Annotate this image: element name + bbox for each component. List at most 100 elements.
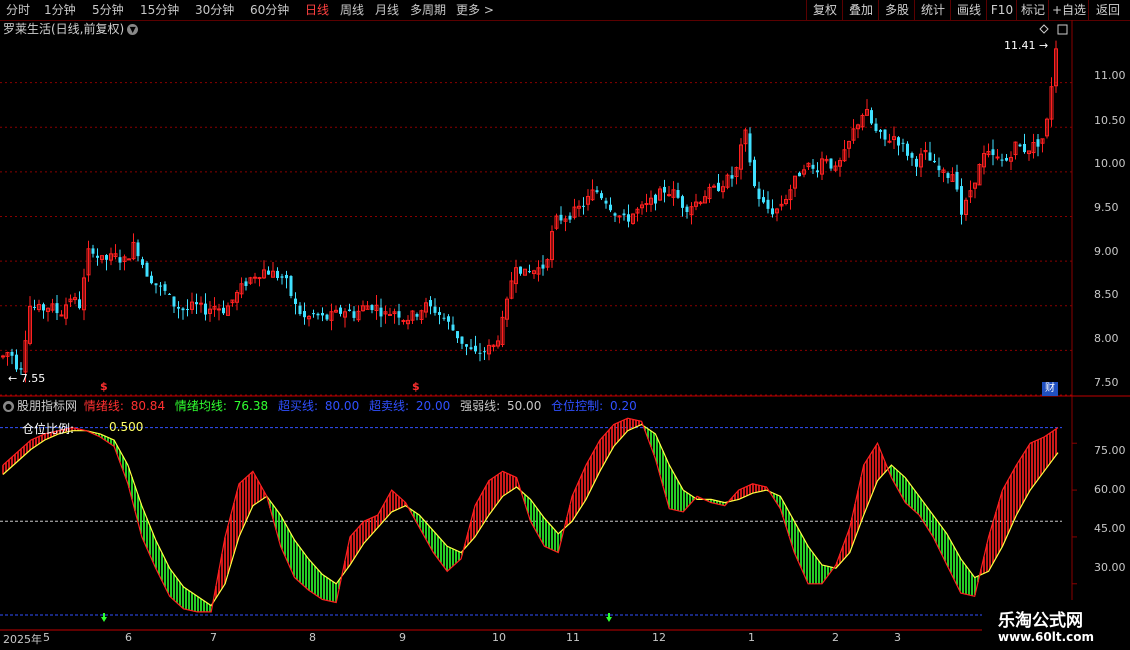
- candle-body: [460, 336, 464, 344]
- candle-body: [303, 311, 306, 318]
- indicator-name: 股朋指标网: [17, 399, 78, 413]
- gear-icon[interactable]: ●: [3, 401, 14, 412]
- candle-body: [906, 143, 909, 156]
- period-tab-weekly[interactable]: 周线: [340, 2, 364, 18]
- candle-body: [600, 193, 603, 199]
- chevron-down-icon[interactable]: ▼: [127, 24, 139, 35]
- candle-body: [267, 270, 270, 275]
- candle-body: [609, 204, 612, 211]
- position-ratio-label: 仓位比例:: [22, 422, 75, 436]
- candle-body: [474, 345, 477, 352]
- top-toolbar: 分时 1分钟 5分钟 15分钟 30分钟 60分钟 日线 周线 月线 多周期 更…: [0, 0, 1130, 21]
- candle-body: [96, 255, 99, 258]
- candle-body: [654, 194, 657, 204]
- candle-body: [1023, 143, 1026, 153]
- statistics-button[interactable]: 统计: [914, 0, 951, 20]
- period-tab-daily[interactable]: 日线: [305, 2, 329, 18]
- candle-body: [478, 352, 482, 354]
- candle-body: [456, 331, 459, 339]
- back-button[interactable]: 返回: [1088, 0, 1127, 20]
- candle-body: [59, 314, 64, 317]
- candle-body: [883, 129, 887, 140]
- candle-body: [447, 316, 450, 322]
- adjust-button[interactable]: 复权: [806, 0, 843, 20]
- add-watchlist-button[interactable]: +自选: [1048, 0, 1089, 20]
- position-ratio-value: 0.500: [109, 420, 144, 434]
- period-tab-more[interactable]: 更多 >: [456, 2, 494, 18]
- candle-body: [568, 215, 572, 220]
- candle-body: [915, 158, 918, 167]
- x-axis-label: 5: [43, 631, 50, 644]
- candle-body: [559, 214, 563, 221]
- candle-body: [276, 270, 279, 278]
- candle-body: [685, 206, 689, 213]
- candle-body: [397, 311, 401, 318]
- candle-body: [766, 199, 770, 209]
- candle-body: [519, 266, 522, 274]
- candle-body: [253, 276, 257, 279]
- main-chart-title[interactable]: 罗莱生活(日线,前复权) ▼: [3, 21, 139, 37]
- candle-body: [195, 302, 198, 305]
- period-tab-15min[interactable]: 15分钟: [140, 2, 179, 18]
- period-tab-5min[interactable]: 5分钟: [92, 2, 124, 18]
- indicator-tick: 30.00: [1094, 561, 1126, 574]
- candle-body: [118, 257, 122, 263]
- candle-body: [141, 259, 144, 265]
- buy-signal-arrow: [606, 613, 612, 622]
- emotion-avg-legend: 情绪均线: 76.38: [174, 399, 269, 413]
- candle-body: [991, 149, 995, 156]
- period-tab-multi[interactable]: 多周期: [410, 2, 446, 18]
- candle-body: [78, 299, 81, 309]
- period-tab-monthly[interactable]: 月线: [375, 2, 399, 18]
- candle-body: [762, 197, 765, 203]
- candle-body: [1036, 139, 1040, 147]
- multi-stock-button[interactable]: 多股: [878, 0, 915, 20]
- candle-body: [438, 312, 441, 315]
- strength-legend: 强弱线: 50.00: [460, 399, 542, 413]
- candle-body: [379, 307, 383, 317]
- f10-button[interactable]: F10: [986, 0, 1017, 20]
- draw-line-button[interactable]: 画线: [950, 0, 987, 20]
- candle-body: [388, 313, 392, 316]
- period-tab-1min[interactable]: 1分钟: [44, 2, 76, 18]
- mark-button[interactable]: 标记: [1016, 0, 1049, 20]
- indicator-title[interactable]: ● 股朋指标网 情绪线: 80.84 情绪均线: 76.38 超买线: 80.00…: [3, 398, 643, 414]
- candle-body: [285, 274, 288, 279]
- period-tab-60min[interactable]: 60分钟: [250, 2, 289, 18]
- x-axis-label: 8: [309, 631, 316, 644]
- candle-body: [753, 159, 756, 187]
- period-tab-timeshare[interactable]: 分时: [6, 2, 30, 18]
- event-marker[interactable]: $: [412, 380, 420, 393]
- candle-body: [325, 314, 329, 320]
- candle-body: [617, 215, 622, 218]
- candle-body: [627, 214, 630, 222]
- price-tick: 7.50: [1094, 376, 1119, 389]
- watermark-title: 乐淘公式网: [998, 611, 1083, 631]
- x-axis-label: 11: [566, 631, 580, 644]
- candle-body: [154, 283, 158, 286]
- candle-body: [771, 208, 774, 215]
- candle-body: [730, 175, 734, 179]
- candle-body: [136, 242, 140, 257]
- candle-body: [595, 190, 599, 193]
- candle-body: [312, 313, 315, 315]
- candle-body: [186, 309, 189, 311]
- candle-body: [352, 311, 356, 318]
- candle-body: [816, 170, 819, 173]
- x-axis-label: 12: [652, 631, 666, 644]
- candle-body: [879, 129, 882, 132]
- candle-body: [712, 185, 716, 188]
- candle-body: [870, 110, 873, 124]
- candle-body: [321, 312, 324, 316]
- indicator-tick: 75.00: [1094, 444, 1126, 457]
- overlay-button[interactable]: 叠加: [842, 0, 879, 20]
- period-tab-30min[interactable]: 30分钟: [195, 2, 234, 18]
- candle-body: [433, 306, 437, 313]
- finance-badge[interactable]: 财: [1042, 382, 1058, 396]
- candle-body: [339, 307, 342, 314]
- event-marker[interactable]: $: [100, 380, 108, 393]
- x-axis-label: 10: [492, 631, 506, 644]
- candle-body: [298, 305, 302, 315]
- chart-canvas[interactable]: [0, 20, 1130, 650]
- candle-body: [316, 313, 320, 316]
